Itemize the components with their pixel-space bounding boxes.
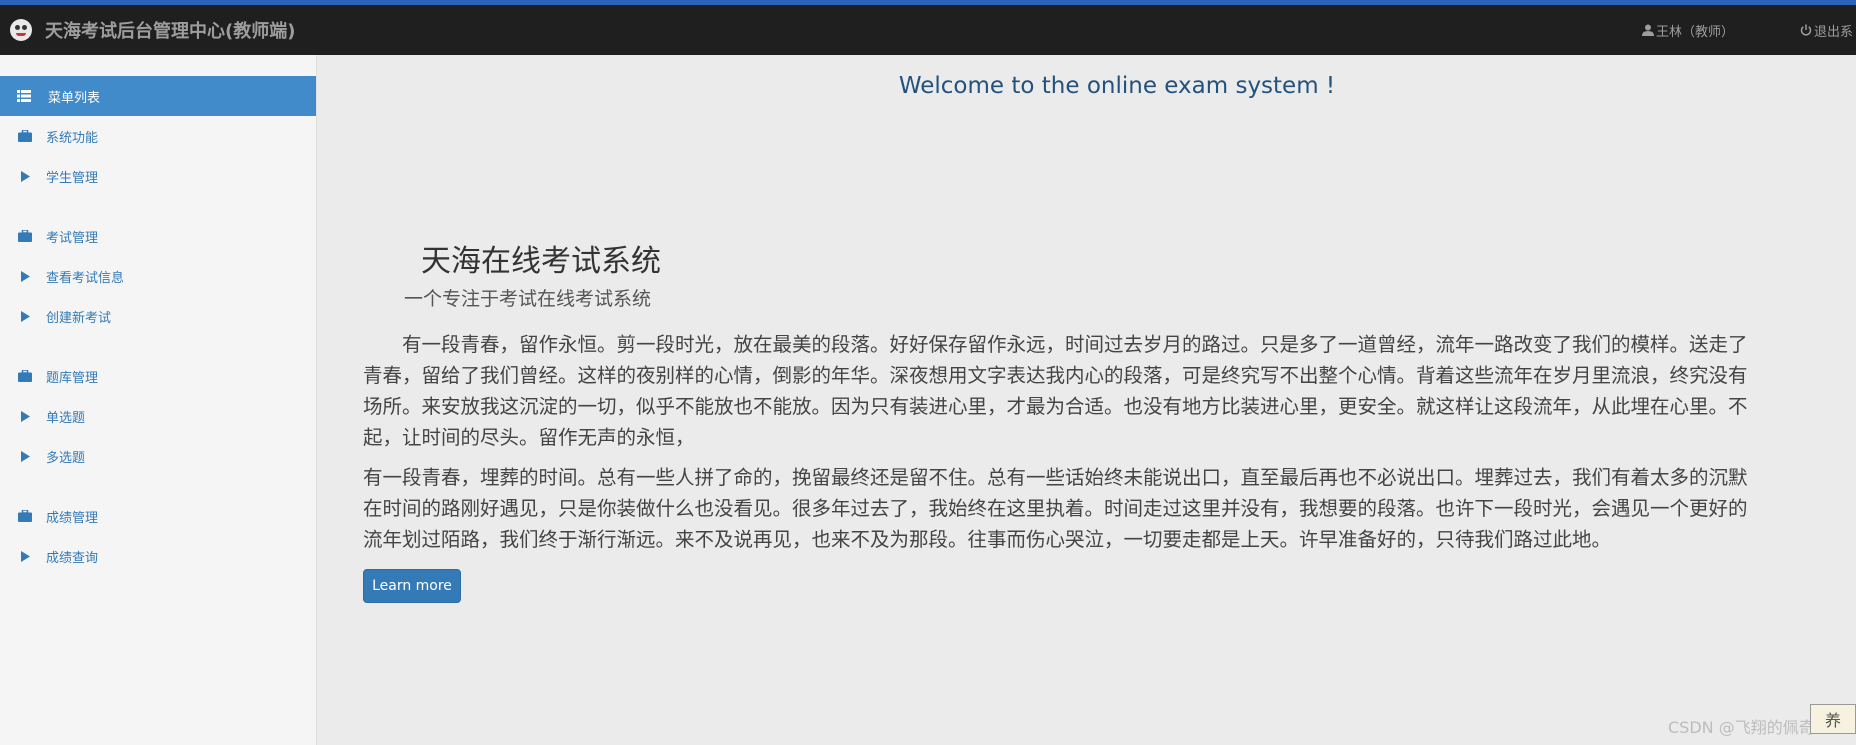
briefcase-icon xyxy=(17,130,33,142)
app-title: 天海考试后台管理中心(教师端) xyxy=(45,21,296,42)
jumbotron-subtitle: 一个专注于考试在线考试系统 xyxy=(404,288,652,310)
sidebar-item-label: 系统功能 xyxy=(46,130,99,146)
paragraph-line: 青春，留给了我们曾经。这样的夜别样的心情，倒影的年华。深夜想用文字表达我内心的段… xyxy=(363,364,1748,387)
paragraph-line: 在时间的路刚好遇见，只是你装做什么也没看见。很多年过去了，我始终在这里执着。时间… xyxy=(363,497,1748,520)
sidebar-item-create-exam[interactable]: 创建新考试 xyxy=(0,301,316,331)
briefcase-icon xyxy=(17,510,33,522)
sidebar-item-label: 题库管理 xyxy=(46,370,99,386)
sidebar-item-label: 学生管理 xyxy=(46,170,99,186)
briefcase-icon xyxy=(17,230,33,242)
paragraph-line: 起，让时间的尽头。留作无声的永恒， xyxy=(363,426,695,449)
list-icon xyxy=(17,90,31,102)
sidebar: 菜单列表 系统功能 学生管理 考试管理 查看考试信息 创建新考试 题库管理 单选… xyxy=(0,55,317,745)
briefcase-icon xyxy=(17,370,33,382)
sidebar-item-label: 成绩查询 xyxy=(46,550,99,566)
caret-right-icon xyxy=(17,170,33,182)
caret-right-icon xyxy=(17,270,33,282)
paragraph-line: 有一段青春，留作永恒。剪一段时光，放在最美的段落。好好保存留作永远，时间过去岁月… xyxy=(363,333,1748,356)
sidebar-item-student-management[interactable]: 学生管理 xyxy=(0,161,316,191)
jumbotron-paragraph-2: 有一段青春，埋葬的时间。总有一些人拼了命的，挽留最终还是留不住。总有一些话始终未… xyxy=(363,462,1856,555)
caret-right-icon xyxy=(17,450,33,462)
user-menu[interactable]: 王林（教师） xyxy=(1642,5,1734,55)
paragraph-line: 有一段青春，埋葬的时间。总有一些人拼了命的，挽留最终还是留不住。总有一些话始终未… xyxy=(363,466,1748,489)
logo-icon xyxy=(10,19,32,41)
menu-list-header[interactable]: 菜单列表 xyxy=(0,76,316,116)
sidebar-item-system-functions[interactable]: 系统功能 xyxy=(0,121,316,151)
sidebar-item-label: 成绩管理 xyxy=(46,510,99,526)
sidebar-item-view-exam-info[interactable]: 查看考试信息 xyxy=(0,261,316,291)
sidebar-item-exam-management[interactable]: 考试管理 xyxy=(0,221,316,251)
sidebar-item-label: 创建新考试 xyxy=(46,310,112,326)
logout-link[interactable]: 退出系 xyxy=(1800,5,1853,55)
main-content: Welcome to the online exam system ! 天海在线… xyxy=(317,55,1856,745)
power-icon xyxy=(1800,24,1812,36)
csdn-watermark: CSDN @飞翔的佩奇 xyxy=(1668,718,1815,737)
sidebar-item-multiple-choice[interactable]: 多选题 xyxy=(0,441,316,471)
top-navbar: 天海考试后台管理中心(教师端) 王林（教师） 退出系 xyxy=(0,5,1856,55)
caret-right-icon xyxy=(17,410,33,422)
jumbotron-title: 天海在线考试系统 xyxy=(421,244,661,279)
caret-right-icon xyxy=(17,550,33,562)
logout-label: 退出系 xyxy=(1814,24,1854,40)
sidebar-item-label: 多选题 xyxy=(46,450,86,466)
sidebar-item-grade-query[interactable]: 成绩查询 xyxy=(0,541,316,571)
caret-right-icon xyxy=(17,310,33,322)
corner-badge: 养 xyxy=(1810,704,1856,734)
user-icon xyxy=(1642,24,1654,36)
menu-list-label: 菜单列表 xyxy=(48,90,101,106)
sidebar-item-single-choice[interactable]: 单选题 xyxy=(0,401,316,431)
learn-more-button[interactable]: Learn more xyxy=(363,569,461,603)
sidebar-item-label: 考试管理 xyxy=(46,230,99,246)
sidebar-item-grade-management[interactable]: 成绩管理 xyxy=(0,501,316,531)
sidebar-item-label: 单选题 xyxy=(46,410,86,426)
user-name: 王林（教师） xyxy=(1656,24,1735,40)
welcome-heading: Welcome to the online exam system ! xyxy=(898,73,1336,99)
paragraph-line: 场所。来安放我这沉淀的一切，似乎不能放也不能放。因为只有装进心里，才最为合适。也… xyxy=(363,395,1748,418)
sidebar-item-label: 查看考试信息 xyxy=(46,270,125,286)
sidebar-item-question-bank[interactable]: 题库管理 xyxy=(0,361,316,391)
jumbotron-paragraph-1: 有一段青春，留作永恒。剪一段时光，放在最美的段落。好好保存留作永远，时间过去岁月… xyxy=(363,329,1856,453)
brand[interactable]: 天海考试后台管理中心(教师端) xyxy=(10,5,295,55)
paragraph-line: 流年划过陌路，我们终于渐行渐远。来不及说再见，也来不及为那段。往事而伤心哭泣，一… xyxy=(363,528,1612,551)
